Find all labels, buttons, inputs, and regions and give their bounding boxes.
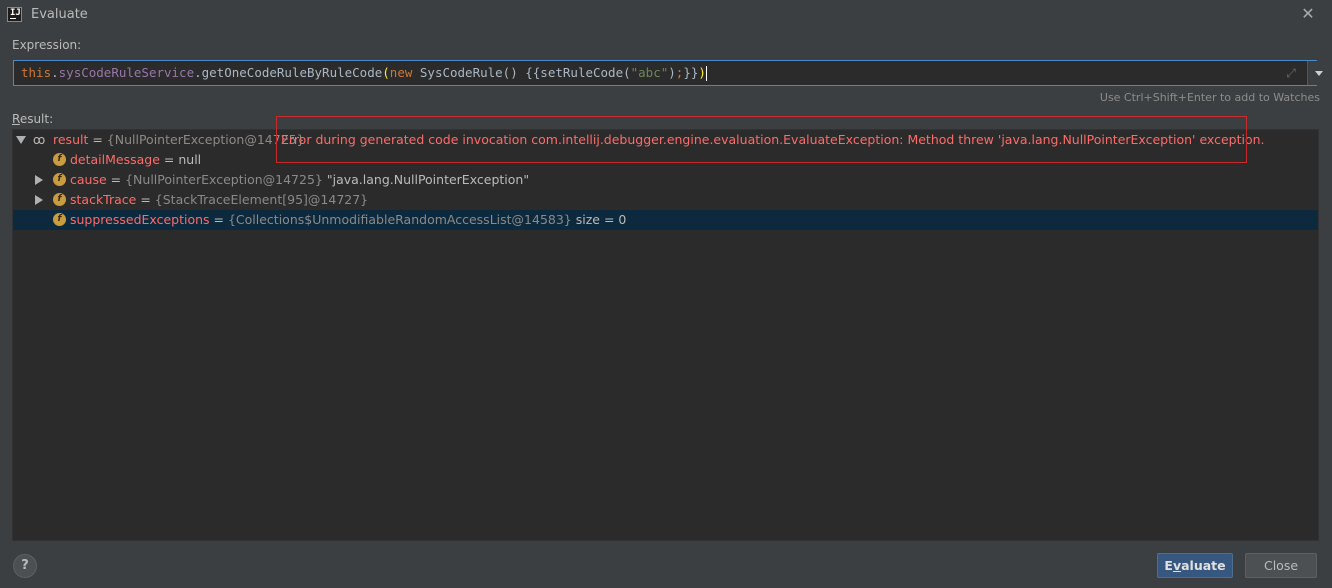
field-icon: f [53,173,66,186]
tree-row-suppressed-exceptions[interactable]: f suppressedExceptions = {Collections$Un… [13,210,1318,230]
var-name: stackTrace [70,192,137,207]
var-value: size = 0 [571,212,627,227]
token-field: sysCodeRuleService [58,65,195,80]
close-button[interactable]: Close [1245,553,1317,578]
token-ctor: SysCodeRule() {{setRuleCode( [412,65,631,80]
var-name: suppressedExceptions [70,212,210,227]
help-button[interactable]: ? [13,554,37,578]
token-new: new [389,65,413,80]
evaluate-label-rest: aluate [1181,558,1226,573]
tree-row-cause[interactable]: f cause = {NullPointerException@14725} "… [13,170,1318,190]
tree-row-stack-trace[interactable]: f stackTrace = {StackTraceElement[95]@14… [13,190,1318,210]
token-open-paren: ( [382,65,390,80]
equals: = [136,192,155,207]
field-icon: f [53,193,66,206]
glasses-icon: ꝏ [33,133,46,147]
app-icon-label: IJ [10,8,21,18]
result-label: Result: [12,112,53,126]
result-line: result = {NullPointerException@14725} [53,130,305,150]
equals: = [159,152,179,167]
expanded-arrow-icon[interactable] [16,136,26,144]
field-icon: f [53,213,66,226]
token-close-call: ) [668,65,676,80]
intellij-icon: IJ [7,7,22,22]
detail-message-line: detailMessage = null [70,150,201,170]
var-type: {NullPointerException@14725} [106,132,305,147]
token-this: this [21,65,52,80]
error-message: Error during generated code invocation c… [281,132,1265,147]
cause-line: cause = {NullPointerException@14725} "ja… [70,170,529,190]
tree-row-detail-message[interactable]: f detailMessage = null [13,150,1318,170]
collapsed-arrow-icon[interactable] [35,195,43,205]
result-label-mnemonic: R [12,112,20,126]
watches-hint: Use Ctrl+Shift+Enter to add to Watches [1099,91,1320,104]
token-method: .getOneCodeRuleByRuleCode [194,65,383,80]
token-string: "abc" [630,65,669,80]
equals: = [106,172,126,187]
var-name: cause [70,172,107,187]
title-bar: IJ Evaluate ✕ [0,0,1332,30]
history-dropdown-button[interactable] [1307,61,1331,85]
field-icon: f [53,153,66,166]
close-icon[interactable]: ✕ [1299,5,1317,23]
equals: = [209,212,228,227]
window-title: Evaluate [31,7,88,22]
var-value: "java.lang.NullPointerException" [322,172,530,187]
var-type: {NullPointerException@14725} [125,172,323,187]
var-type: {StackTraceElement[95]@14727} [154,192,369,207]
evaluate-label-mnemonic: v [1172,558,1182,573]
collapsed-arrow-icon[interactable] [35,175,43,185]
tree-row-result[interactable]: ꝏ result = {NullPointerException@14725} … [13,130,1318,150]
var-name: detailMessage [70,152,160,167]
expand-icon[interactable]: ⤢ [1284,66,1298,80]
var-type: {Collections$UnmodifiableRandomAccessLis… [227,212,572,227]
var-value: null [178,152,202,167]
var-name: result [53,132,89,147]
suppressed-exceptions-line: suppressedExceptions = {Collections$Unmo… [70,210,626,230]
expression-label: Expression: [12,38,82,52]
evaluate-button[interactable]: Evaluate [1157,553,1233,578]
expression-code[interactable]: this.sysCodeRuleService.getOneCodeRuleBy… [21,65,707,81]
expression-input[interactable]: this.sysCodeRuleService.getOneCodeRuleBy… [13,60,1331,86]
token-close-paren: ) [698,65,706,80]
evaluate-label-prefix: E [1164,558,1173,573]
equals: = [88,132,107,147]
token-dot: . [51,65,59,80]
chevron-down-icon [1315,71,1323,76]
text-caret [705,66,707,81]
token-close-braces: }} [683,65,699,80]
stack-trace-line: stackTrace = {StackTraceElement[95]@1472… [70,190,368,210]
result-tree[interactable]: ꝏ result = {NullPointerException@14725} … [12,129,1319,541]
result-label-rest: esult: [19,112,54,126]
